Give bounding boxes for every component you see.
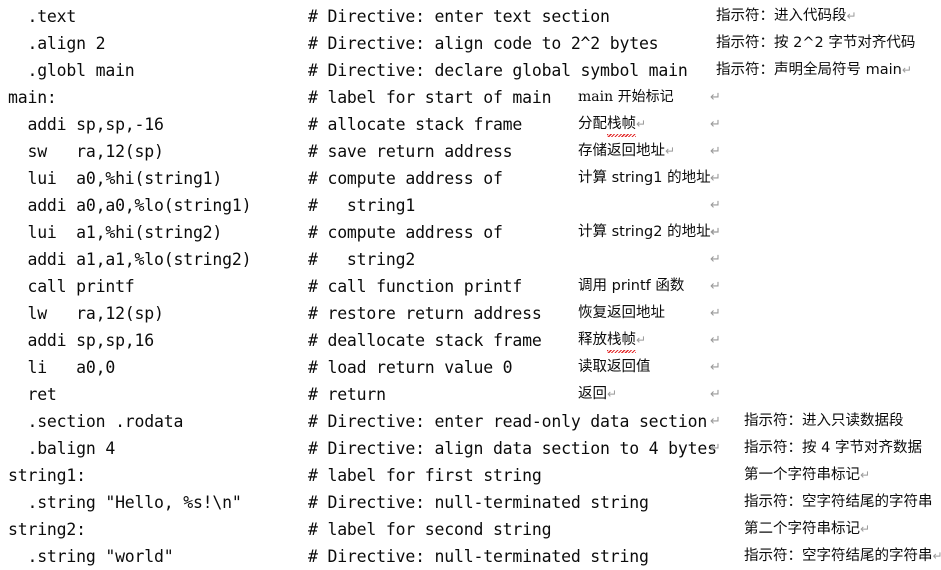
paragraph-return-icon: ↵ [710,219,721,246]
code-comment: # save return address [308,138,512,165]
code-comment: # Directive: null-terminated string [308,489,649,516]
code-line: .globl main [8,57,135,84]
code-line: .string "world" [8,543,173,570]
chinese-annotation-right: 指示符：按 2^2 字节对齐代码 [716,30,915,57]
code-comment: # label for start of main [308,84,551,111]
paragraph-return-icon: ↵ [636,333,646,347]
chinese-annotation: 释放栈帧↵ [578,327,646,354]
code-comment: # Directive: align code to 2^2 bytes [308,30,658,57]
paragraph-return-icon: ↵ [710,408,721,435]
code-line: .balign 4 [8,435,115,462]
paragraph-return-icon: ↵ [710,354,721,381]
chinese-annotation-right: 指示符：空字符结尾的字符串↵ [744,543,941,570]
chinese-annotation: 计算 string2 的地址↵ [578,219,721,246]
paragraph-return-icon: ↵ [933,549,941,563]
paragraph-return-icon: ↵ [902,63,912,77]
paragraph-return-icon: ↵ [607,387,617,401]
code-comment: # Directive: declare global symbol main [308,57,688,84]
paragraph-return-icon: ↵ [710,381,721,408]
code-line: lui a1,%hi(string2) [8,219,222,246]
paragraph-return-icon: ↵ [710,138,721,165]
code-comment: # compute address of [308,219,503,246]
chinese-annotation: main 开始标记 [578,84,674,111]
code-line: main: [8,84,57,111]
code-line: .section .rodata [8,408,183,435]
chinese-annotation-right: 第一个字符串标记↵ [744,462,870,489]
code-comment: # return [308,381,386,408]
chinese-annotation: 调用 printf 函数 [578,273,684,300]
code-line: call printf [8,273,135,300]
code-comment: # label for first string [308,462,542,489]
chinese-annotation: 返回↵ [578,381,617,408]
chinese-annotation: 读取返回值 [578,354,651,381]
spellcheck-squiggle: 栈帧 [607,111,636,138]
code-line: .text [8,3,76,30]
spellcheck-squiggle: 栈帧 [607,327,636,354]
code-comment: # deallocate stack frame [308,327,542,354]
chinese-annotation-right: 指示符：进入只读数据段 [744,408,904,435]
code-line: .string "Hello, %s!\n" [8,489,242,516]
code-line: addi a1,a1,%lo(string2) [8,246,251,273]
code-comment: # call function printf [308,273,522,300]
paragraph-return-icon: ↵ [710,435,721,462]
paragraph-return-icon: ↵ [710,300,721,327]
paragraph-return-icon: ↵ [860,522,870,536]
code-line: lw ra,12(sp) [8,300,164,327]
chinese-annotation: 存储返回地址↵ [578,138,675,165]
code-comment: # compute address of [308,165,503,192]
paragraph-return-icon: ↵ [710,192,721,219]
code-line: .align 2 [8,30,105,57]
chinese-annotation: 恢复返回地址 [578,300,665,327]
paragraph-return-icon: ↵ [710,84,721,111]
code-comment: # Directive: enter text section [308,3,610,30]
paragraph-return-icon: ↵ [665,144,675,158]
code-comment: # Directive: enter read-only data sectio… [308,408,707,435]
code-comment: # restore return address [308,300,542,327]
paragraph-return-icon: ↵ [860,468,870,482]
code-comment: # Directive: align data section to 4 byt… [308,435,717,462]
paragraph-return-icon: ↵ [710,111,721,138]
chinese-annotation-right: 指示符：进入代码段↵ [716,3,857,30]
paragraph-return-icon: ↵ [710,165,721,192]
code-line: addi sp,sp,-16 [8,111,164,138]
code-comment: # load return value 0 [308,354,512,381]
code-comment: # allocate stack frame [308,111,522,138]
code-line: sw ra,12(sp) [8,138,164,165]
code-comment: # string1 [308,192,415,219]
paragraph-return-icon: ↵ [847,9,857,23]
code-line: addi a0,a0,%lo(string1) [8,192,251,219]
paragraph-return-icon: ↵ [710,327,721,354]
chinese-annotation: 分配栈帧↵ [578,111,646,138]
chinese-annotation-right: 第二个字符串标记↵ [744,516,870,543]
chinese-annotation-right: 指示符：声明全局符号 main↵ [716,57,912,84]
chinese-annotation-right: 指示符：空字符结尾的字符串 [744,489,933,516]
paragraph-return-icon: ↵ [710,246,721,273]
code-line: string1: [8,462,86,489]
code-comment: # label for second string [308,516,551,543]
paragraph-return-icon: ↵ [636,117,646,131]
code-comment: # string2 [308,246,415,273]
code-line: string2: [8,516,86,543]
code-line: lui a0,%hi(string1) [8,165,222,192]
paragraph-return-icon: ↵ [710,273,721,300]
code-comment: # Directive: null-terminated string [308,543,649,570]
assembly-listing-document: .text .align 2 .globl mainmain: addi sp,… [0,0,941,515]
code-line: addi sp,sp,16 [8,327,154,354]
code-line: li a0,0 [8,354,115,381]
code-line: ret [8,381,57,408]
chinese-annotation: 计算 string1 的地址 [578,165,711,192]
chinese-annotation-right: 指示符：按 4 字节对齐数据 [744,435,922,462]
